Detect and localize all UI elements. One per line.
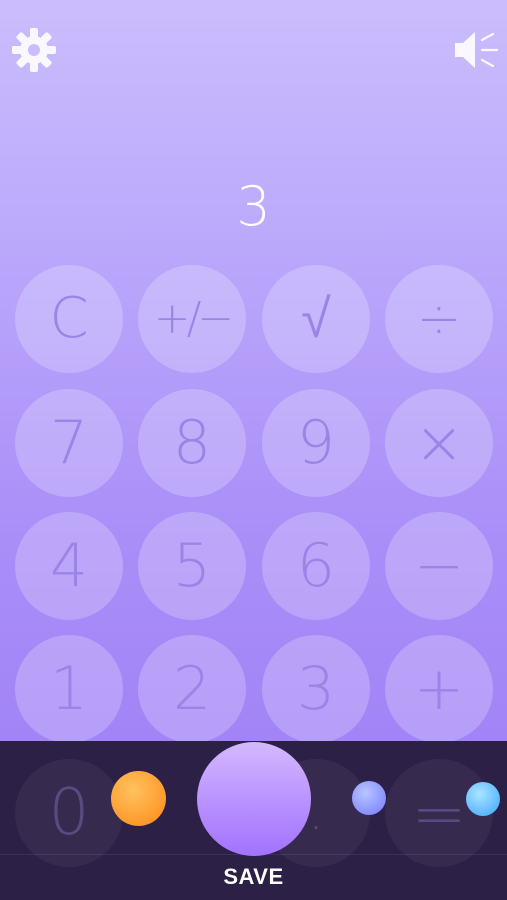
sign-label: +/−: [153, 293, 235, 344]
minus-button[interactable]: −: [385, 512, 493, 620]
speaker-icon[interactable]: [451, 26, 499, 74]
divide-button[interactable]: ÷: [385, 265, 493, 373]
digit-3-button[interactable]: 3: [262, 635, 370, 743]
gear-icon[interactable]: [10, 26, 58, 74]
digit-4-label: 4: [49, 531, 89, 601]
sqrt-label: √: [301, 287, 331, 350]
digit-5-label: 5: [172, 531, 212, 601]
digit-7-label: 7: [49, 408, 89, 478]
digit-0-button: 0: [15, 759, 123, 867]
clear-label: C: [49, 286, 89, 351]
purple-color-swatch[interactable]: [352, 781, 386, 815]
clear-button[interactable]: C: [15, 265, 123, 373]
minus-label: −: [413, 531, 465, 601]
digit-4-button[interactable]: 4: [15, 512, 123, 620]
digit-2-button[interactable]: 2: [138, 635, 246, 743]
plus-button[interactable]: +: [385, 635, 493, 743]
digit-1-label: 1: [49, 654, 89, 724]
result-display: 3: [236, 175, 271, 238]
digit-3-label: 3: [296, 654, 336, 724]
save-label: SAVE: [223, 864, 284, 889]
multiply-label: ×: [413, 408, 465, 478]
digit-8-button[interactable]: 8: [138, 389, 246, 497]
digit-9-button[interactable]: 9: [262, 389, 370, 497]
equals-label: =: [411, 774, 467, 852]
blue-color-swatch[interactable]: [466, 782, 500, 816]
save-button[interactable]: [197, 742, 311, 856]
sign-toggle-button[interactable]: +/−: [138, 265, 246, 373]
digit-8-label: 8: [172, 408, 212, 478]
digit-1-button[interactable]: 1: [15, 635, 123, 743]
digit-7-button[interactable]: 7: [15, 389, 123, 497]
digit-0-label: 0: [48, 776, 90, 850]
multiply-button[interactable]: ×: [385, 389, 493, 497]
digit-6-label: 6: [296, 531, 336, 601]
sqrt-button[interactable]: √: [262, 265, 370, 373]
orange-color-swatch[interactable]: [111, 771, 166, 826]
digit-5-button[interactable]: 5: [138, 512, 246, 620]
plus-label: +: [413, 654, 465, 724]
divide-label: ÷: [416, 287, 462, 350]
digit-2-label: 2: [172, 654, 212, 724]
digit-6-button[interactable]: 6: [262, 512, 370, 620]
digit-9-label: 9: [296, 408, 336, 478]
